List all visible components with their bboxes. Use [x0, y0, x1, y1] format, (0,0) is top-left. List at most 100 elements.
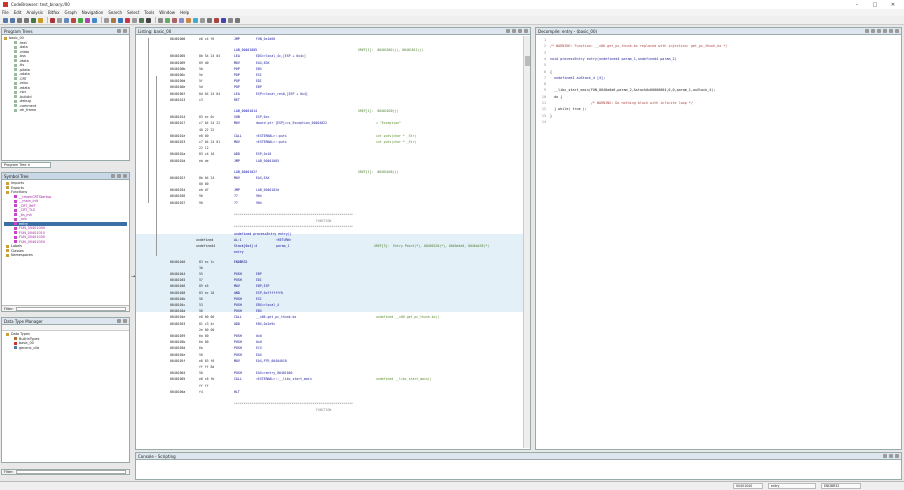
- listing-line[interactable]: 00401013 c3 RET: [136, 97, 524, 103]
- toolbar-icon-12[interactable]: [92, 17, 97, 23]
- export-icon[interactable]: [883, 29, 887, 33]
- toolbar-icon-9[interactable]: [71, 17, 76, 23]
- listing-line[interactable]: 0040100d 5f POP EDI: [136, 78, 524, 84]
- toolbar-icon-23[interactable]: [179, 17, 184, 23]
- menu-edit[interactable]: Edit: [14, 10, 22, 15]
- listing-line[interactable]: 00401014 83 ec 0c SUB ESP,0xc: [136, 114, 524, 120]
- copy-icon[interactable]: [506, 29, 510, 33]
- minimize-button[interactable]: –: [848, 2, 866, 8]
- listing-line[interactable]: 0040100f 8d 64 24 04 LEA ESP=>local_res0,[E…: [136, 91, 524, 97]
- menu-select[interactable]: Select: [127, 10, 139, 15]
- toolbar-icon-16[interactable]: [125, 17, 130, 23]
- listing-line[interactable]: 0040105f e8 03 f0 MOV EAX,PTR_00404018: [136, 358, 524, 364]
- listing-line[interactable]: ff ff: [136, 383, 524, 389]
- menu-help[interactable]: Help: [180, 10, 189, 15]
- listing-line[interactable]: ff ff 8d: [136, 364, 524, 370]
- listing-line[interactable]: 0040105d 6a PUSH ECX: [136, 345, 524, 351]
- decompile-line[interactable]: 9 __libc_start_main(FUN_0040a0a0,param_2…: [538, 87, 715, 93]
- listing-line[interactable]: 0040102f 8b 04 24 MOV EAX,EAX: [136, 175, 524, 181]
- tab-program-tree[interactable]: Program Tree ✕: [1, 162, 51, 168]
- listing-label-line[interactable]: LAB_00401014 XREF[1]: 00401020(j): [136, 108, 524, 114]
- toolbar-icon-29[interactable]: [221, 17, 226, 23]
- listing-line[interactable]: 0040104c 53 PUSH EBX=>local_4: [136, 302, 524, 308]
- listing-line[interactable]: 00401009 89 d0 MOV EAX,EDX: [136, 60, 524, 66]
- menu-graph[interactable]: Graph: [64, 10, 76, 15]
- close-icon[interactable]: [123, 29, 127, 33]
- decompile-line[interactable]: 1: [538, 37, 550, 43]
- panel-options-icon[interactable]: [889, 29, 893, 33]
- listing-line[interactable]: 00401065 e8 c6 fb CALL <EXTERNAL>::__libc_s…: [136, 376, 524, 382]
- toolbar-icon-2[interactable]: [17, 17, 22, 23]
- toolbar-icon-3[interactable]: [24, 17, 29, 23]
- close-icon[interactable]: [895, 454, 899, 458]
- decompile-line[interactable]: 3: [538, 50, 550, 56]
- close-icon[interactable]: [524, 29, 528, 33]
- toolbar-icon-7[interactable]: [57, 17, 62, 23]
- toolbar-icon-21[interactable]: [165, 17, 170, 23]
- toolbar-icon-5[interactable]: [38, 17, 43, 23]
- listing-line[interactable]: 0040104d 56 PUSH EBX: [136, 308, 524, 314]
- listing-line[interactable]: 00401037 90?? 90h: [136, 200, 524, 206]
- menu-analysis[interactable]: Analysis: [26, 10, 42, 15]
- listing-line[interactable]: 00401034 eb d7 JMP LAB_0040102d: [136, 187, 524, 193]
- toolbar-icon-14[interactable]: [111, 17, 116, 23]
- toolbar-icon-24[interactable]: [186, 17, 191, 23]
- snapshot-icon[interactable]: [512, 29, 516, 33]
- decompile-line[interactable]: 8: [538, 81, 550, 87]
- listing-line[interactable]: 40 22 22: [136, 127, 524, 133]
- decompile-line[interactable]: 2 /* WARNING: Function: __x86.get_pc_thun…: [538, 43, 728, 49]
- decompile-line[interactable]: 6{: [538, 69, 552, 75]
- toolbar-icon-15[interactable]: [118, 17, 123, 23]
- toolbar-icon-28[interactable]: [214, 17, 219, 23]
- menu-navigation[interactable]: Navigation: [82, 10, 104, 15]
- listing-line[interactable]: 0040102a 83 c4 10 ADD ESP,0x10: [136, 151, 524, 157]
- listing-line[interactable]: 0040100c 5e POP ESI: [136, 72, 524, 78]
- data-type-item[interactable]: generic_clib: [4, 346, 127, 351]
- menu-bitfox[interactable]: Bitfox: [48, 10, 60, 15]
- function-variable[interactable]: undefined4 Stack[0x4]:4 param_1 XREF[3]: En…: [136, 243, 524, 249]
- refresh-icon[interactable]: [111, 174, 115, 178]
- menu-tools[interactable]: Tools: [144, 10, 154, 15]
- panel-options-icon[interactable]: [117, 174, 121, 178]
- listing-line[interactable]: 00401017 c7 04 24 22 MOV dword ptr [ESP]=>s…: [136, 120, 524, 126]
- toolbar-icon-11[interactable]: [85, 17, 90, 23]
- toolbar-icon-19[interactable]: [146, 17, 151, 23]
- decompile-line[interactable]: 14: [538, 119, 550, 125]
- menu-search[interactable]: Search: [108, 10, 122, 15]
- toolbar-icon-17[interactable]: [132, 17, 137, 23]
- listing-line[interactable]: 0040101e e8 00 CALL <EXTERNAL>::puts int put…: [136, 133, 524, 139]
- listing-line[interactable]: 00 00: [136, 181, 524, 187]
- toolbar-icon-18[interactable]: [139, 17, 144, 23]
- refresh-icon[interactable]: [871, 29, 875, 33]
- listing-line[interactable]: 0040100b 5b POP EBX: [136, 66, 524, 72]
- listing-line[interactable]: 2e 00 00: [136, 327, 524, 333]
- listing-label-line[interactable]: LAB_0040102f XREF[1]: 00401046(j): [136, 169, 524, 175]
- toolbar-icon-6[interactable]: [50, 17, 55, 23]
- menu-file[interactable]: File: [2, 10, 9, 15]
- maximize-button[interactable]: □: [866, 2, 884, 8]
- copy-icon[interactable]: [865, 29, 869, 33]
- listing-line[interactable]: 00401044 55 PUSH EBP: [136, 271, 524, 277]
- listing-line[interactable]: 00401046 89 e5 MOV EBP,ESP: [136, 283, 524, 289]
- close-icon[interactable]: [895, 29, 899, 33]
- listing-label-line[interactable]: LAB_00401005 XREF[1]: 00401002(j), 004010…: [136, 47, 524, 53]
- decompile-view[interactable]: 1 2/* WARNING: Function: __x86.get_pc_thu…: [536, 37, 896, 437]
- listing-line[interactable]: 00401000 e8 c4 f6 JMP FUN_0x1d60: [136, 36, 524, 42]
- listing-line[interactable]: 22 12: [136, 145, 524, 151]
- toolbar-icon-1[interactable]: [10, 17, 15, 23]
- listing-view[interactable]: 00401000 e8 c4 f6 JMP FUN_0x1d60 LAB_0040100…: [136, 36, 524, 448]
- toolbar-icon-27[interactable]: [207, 17, 212, 23]
- listing-line[interactable]: 0040106a f4 HLT: [136, 389, 524, 395]
- listing-line[interactable]: 00401005 8b 54 24 04 LEA EDX=>local_4c,[ESP…: [136, 53, 524, 59]
- listing-scrollbar[interactable]: [523, 36, 530, 448]
- toolbar-icon-20[interactable]: [158, 17, 163, 23]
- symbol-tree-item[interactable]: Namespaces: [4, 253, 127, 258]
- listing-line[interactable]: 0040104e e8 00 00 CALL __x86.get_pc_thunk.b…: [136, 314, 524, 320]
- panel-options-icon[interactable]: [117, 29, 121, 33]
- toolbar-icon-8[interactable]: [64, 17, 69, 23]
- listing-line[interactable]: 00401048 83 ec 18 AND ESP,0xfffffff0: [136, 290, 524, 296]
- listing-line[interactable]: 0040105b 6a 00 PUSH 0x0: [136, 339, 524, 345]
- symbol-filter-input[interactable]: [16, 306, 126, 311]
- panel-options-icon[interactable]: [889, 454, 893, 458]
- listing-line[interactable]: 00401053 81 c3 4c ADD EBX,0x2e9c: [136, 321, 524, 327]
